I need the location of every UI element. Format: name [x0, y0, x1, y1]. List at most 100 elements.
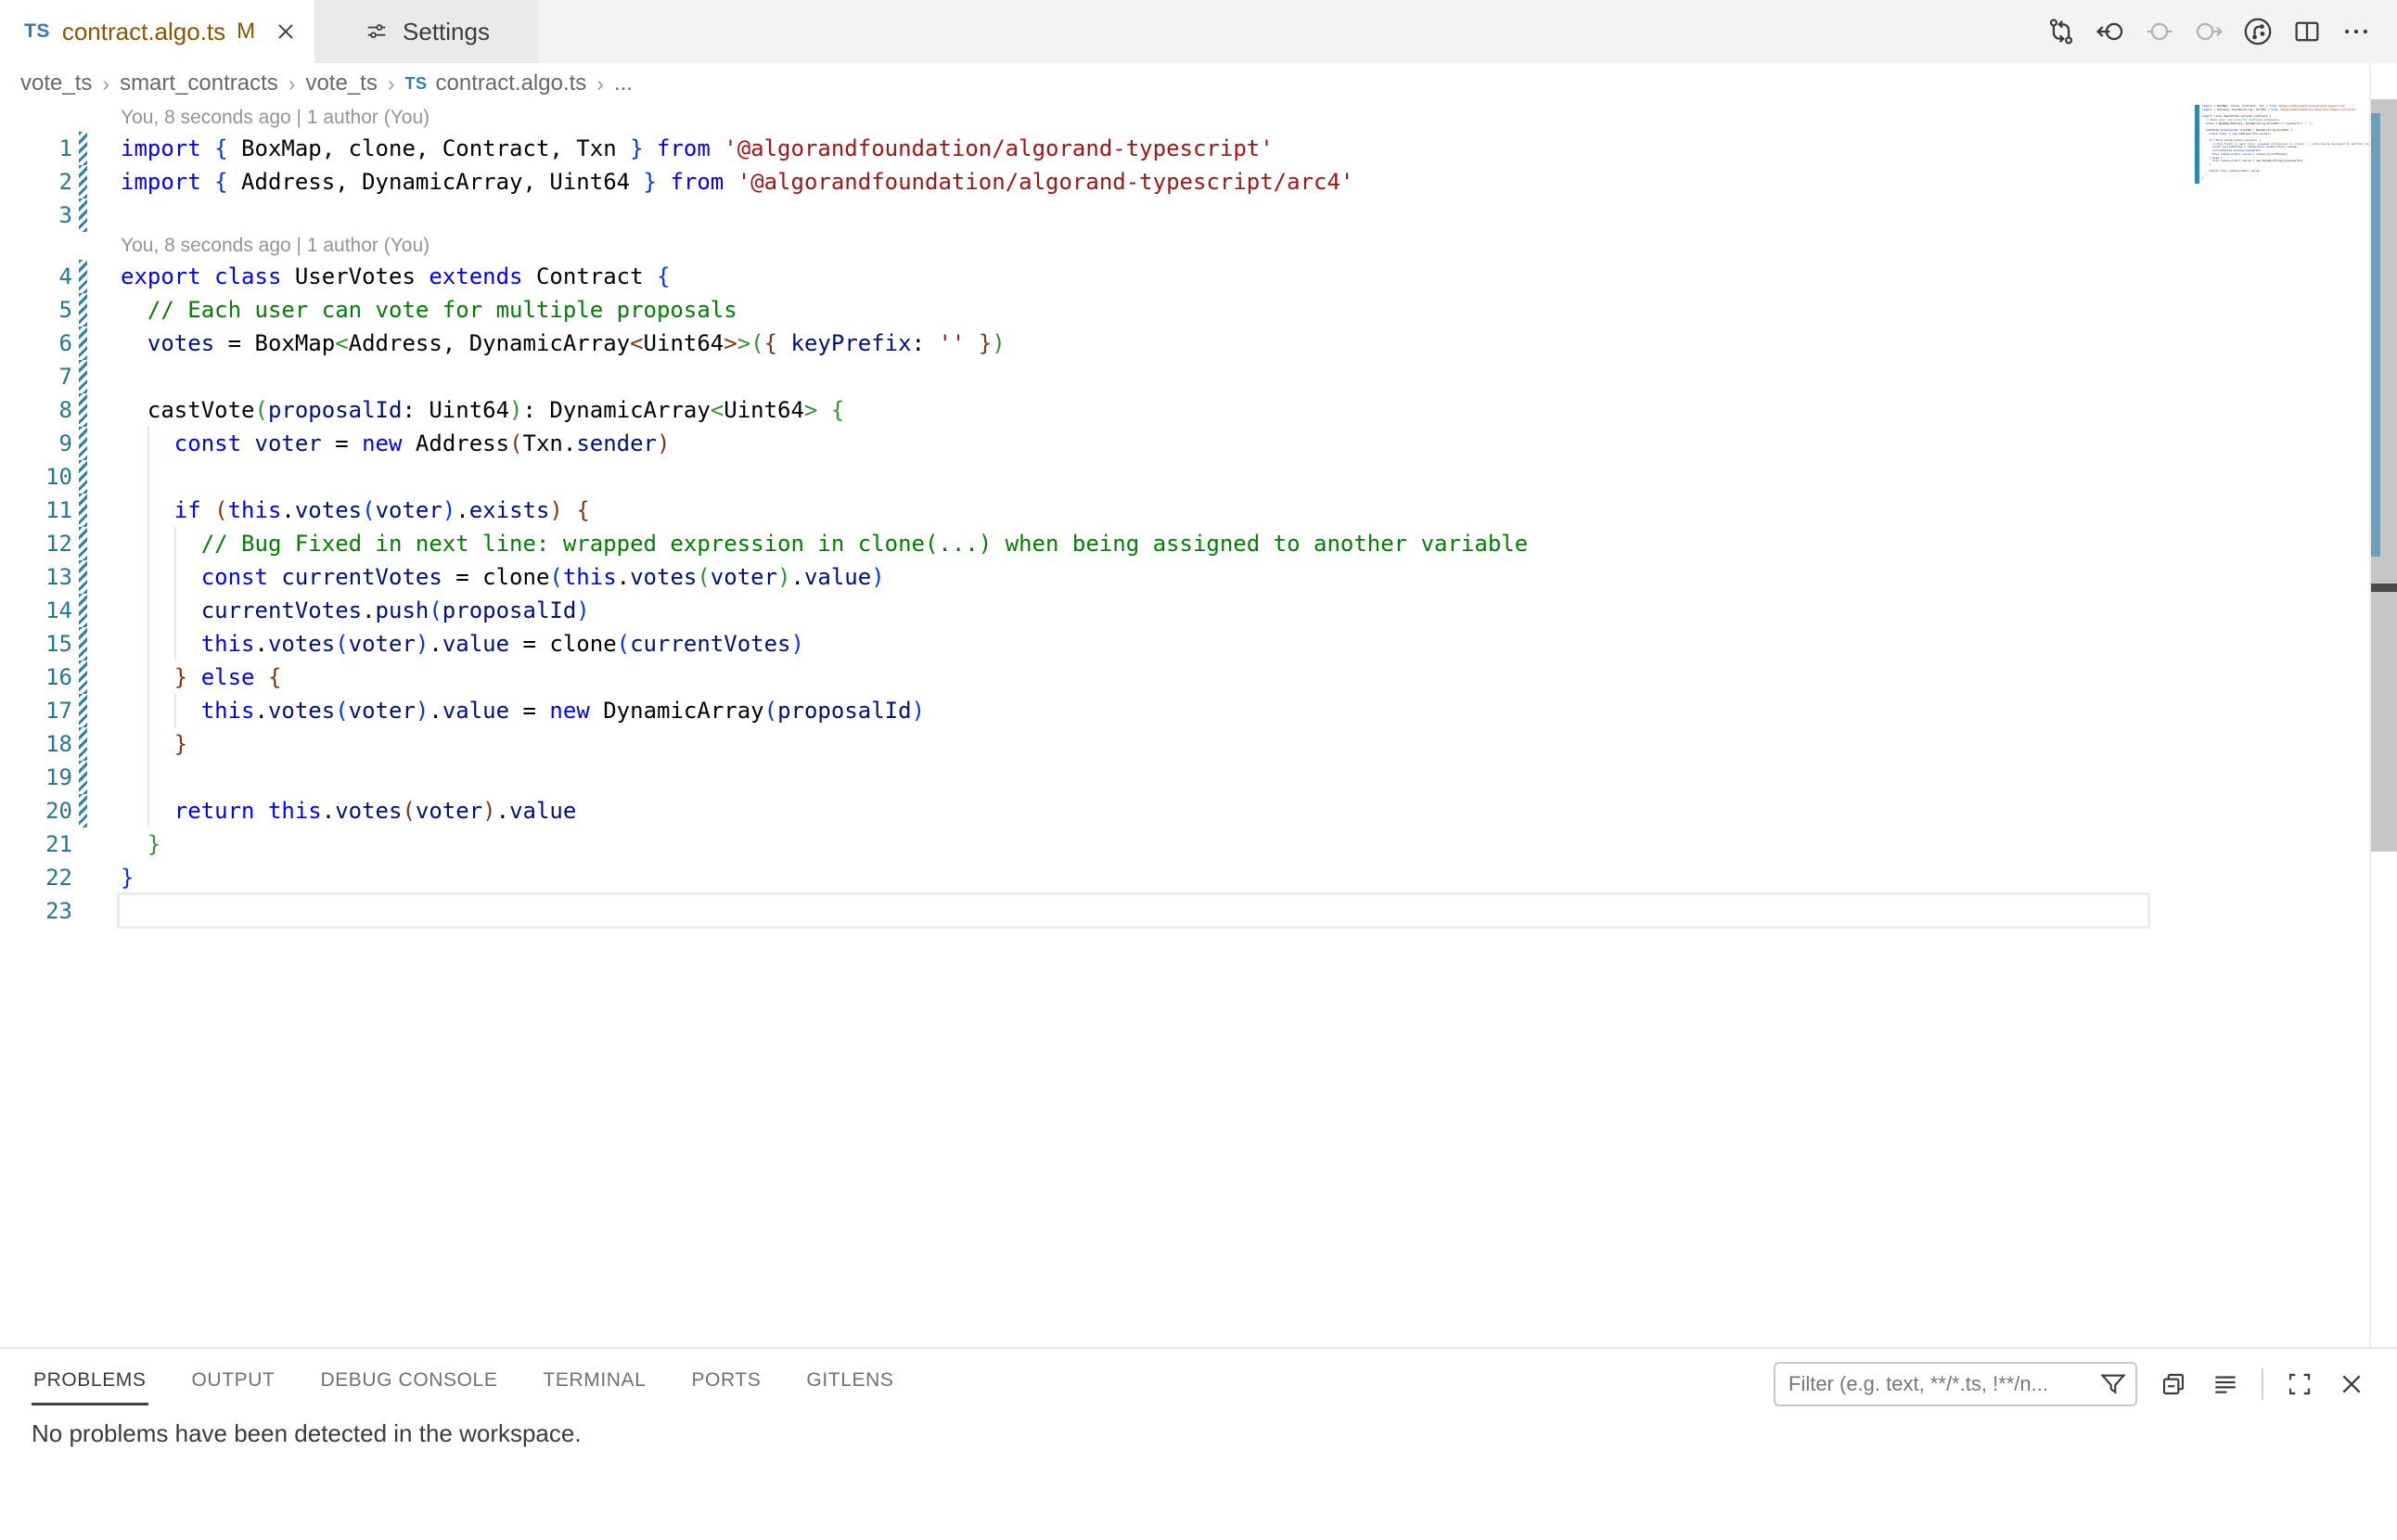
modified-gutter-indicator [79, 560, 87, 594]
split-editor-icon[interactable] [2290, 15, 2324, 48]
code-line-5[interactable]: 5 // Each user can vote for multiple pro… [0, 293, 2189, 327]
panel-tab-gitlens[interactable]: GITLENS [804, 1356, 895, 1405]
line-number: 19 [0, 761, 72, 794]
line-number: 11 [0, 494, 72, 527]
panel-tab-terminal[interactable]: TERMINAL [541, 1356, 647, 1405]
panel-tab-ports[interactable]: PORTS [689, 1356, 763, 1405]
code-text: import { BoxMap, clone, Contract, Txn } … [121, 132, 1274, 165]
line-number: 18 [0, 727, 72, 761]
code-line-10[interactable]: 10 [0, 460, 2189, 494]
line-number: 1 [0, 132, 72, 165]
breadcrumb-separator: › [388, 71, 395, 96]
close-panel-icon[interactable] [2336, 1368, 2367, 1400]
modified-gutter-indicator [79, 594, 87, 627]
gitlens-codelens[interactable]: You, 8 seconds ago | 1 author (You) [0, 232, 2189, 260]
tab-settings[interactable]: Settings [314, 0, 539, 63]
code-text: } [121, 861, 134, 894]
close-tab-icon[interactable] [272, 18, 300, 45]
breadcrumb-item-file[interactable]: contract.algo.ts [436, 71, 587, 96]
previous-change-icon[interactable] [2143, 15, 2176, 48]
breadcrumb-separator: › [102, 71, 109, 96]
code-text: // Bug Fixed in next line: wrapped expre… [121, 527, 1528, 560]
panel-tab-problems[interactable]: PROBLEMS [32, 1356, 148, 1405]
code-line-21[interactable]: 21 } [0, 828, 2189, 861]
breadcrumb-item-smart_contracts[interactable]: smart_contracts [120, 71, 278, 96]
code-line-12[interactable]: 12 // Bug Fixed in next line: wrapped ex… [0, 527, 2189, 560]
code-line-13[interactable]: 13 const currentVotes = clone(this.votes… [0, 560, 2189, 594]
code-line-7[interactable]: 7 [0, 360, 2189, 393]
code-text: } else { [121, 661, 281, 694]
code-line-6[interactable]: 6 votes = BoxMap<Address, DynamicArray<U… [0, 327, 2189, 360]
next-change-icon[interactable] [2192, 15, 2225, 48]
code-line-19[interactable]: 19 [0, 761, 2189, 794]
modified-gutter-indicator [79, 165, 87, 199]
modified-gutter-indicator [79, 460, 87, 494]
breadcrumb-item-symbol[interactable]: ... [614, 71, 633, 96]
list-view-icon[interactable] [2210, 1368, 2241, 1400]
code-text: // Each user can vote for multiple propo… [121, 293, 737, 327]
maximize-panel-icon[interactable] [2284, 1368, 2315, 1400]
line-number: 6 [0, 327, 72, 360]
minimap-line: import { Address, DynamicArray, Uint64 }… [2202, 109, 2369, 112]
line-number: 7 [0, 360, 72, 393]
code-text: this.votes(voter).value = clone(currentV… [121, 627, 804, 661]
code-line-3[interactable]: 3 [0, 199, 2189, 232]
editor-actions-toolbar [2045, 0, 2373, 63]
breadcrumb-item-vote_ts-2[interactable]: vote_ts [305, 71, 377, 96]
modified-gutter-indicator [79, 727, 87, 761]
indent-guide [147, 761, 149, 794]
collapse-all-icon[interactable] [2158, 1368, 2189, 1400]
breadcrumb-separator: › [288, 71, 296, 96]
breadcrumb: vote_ts › smart_contracts › vote_ts › TS… [0, 63, 2397, 104]
minimap-line [2202, 180, 2369, 184]
code-text: } [121, 727, 187, 761]
line-number: 17 [0, 694, 72, 727]
modified-gutter-indicator [79, 661, 87, 694]
code-line-9[interactable]: 9 const voter = new Address(Txn.sender) [0, 427, 2189, 460]
panel-tab-output[interactable]: OUTPUT [190, 1356, 277, 1405]
code-editor[interactable]: You, 8 seconds ago | 1 author (You)1impo… [0, 104, 2397, 1347]
code-text: export class UserVotes extends Contract … [121, 260, 670, 293]
modified-gutter-indicator [79, 427, 87, 460]
problems-filter [1774, 1362, 2137, 1406]
code-text: currentVotes.push(proposalId) [121, 594, 590, 627]
code-line-17[interactable]: 17 this.votes(voter).value = new Dynamic… [0, 694, 2189, 727]
code-line-14[interactable]: 14 currentVotes.push(proposalId) [0, 594, 2189, 627]
code-line-1[interactable]: 1 import { BoxMap, clone, Contract, Txn }… [0, 132, 2189, 165]
code-line-23[interactable]: 23 [0, 894, 2189, 928]
problems-empty-message: No problems have been detected in the wo… [32, 1419, 582, 1448]
tab-contract-algo-ts[interactable]: TS contract.algo.ts M [0, 0, 314, 63]
code-line-16[interactable]: 16 } else { [0, 661, 2189, 694]
gitlens-codelens[interactable]: You, 8 seconds ago | 1 author (You) [0, 104, 2189, 132]
modified-gutter-indicator [79, 393, 87, 427]
overview-ruler-cursor-decoration [2371, 584, 2397, 592]
code-line-20[interactable]: 20 return this.votes(voter).value [0, 794, 2189, 828]
toolbar-separator [2262, 1368, 2263, 1400]
bottom-panel: PROBLEMS OUTPUT DEBUG CONSOLE TERMINAL PORTS… [0, 1347, 2397, 1540]
panel-tab-bar: PROBLEMS OUTPUT DEBUG CONSOLE TERMINAL PORTS… [32, 1356, 895, 1405]
line-number: 4 [0, 260, 72, 293]
navigate-back-icon[interactable] [2094, 15, 2127, 48]
line-number: 10 [0, 460, 72, 494]
code-text: const currentVotes = clone(this.votes(vo… [121, 560, 885, 594]
line-number: 23 [0, 894, 72, 928]
code-line-8[interactable]: 8 castVote(proposalId: Uint64): DynamicA… [0, 393, 2189, 427]
code-text: if (this.votes(voter).exists) { [121, 494, 590, 527]
line-number: 20 [0, 794, 72, 828]
code-line-18[interactable]: 18 } [0, 727, 2189, 761]
code-line-11[interactable]: 11 if (this.votes(voter).exists) { [0, 494, 2189, 527]
code-line-2[interactable]: 2import { Address, DynamicArray, Uint64 … [0, 165, 2189, 199]
line-number: 21 [0, 828, 72, 861]
code-line-15[interactable]: 15 this.votes(voter).value = clone(curre… [0, 627, 2189, 661]
code-line-4[interactable]: 4 export class UserVotes extends Contract… [0, 260, 2189, 293]
compare-changes-icon[interactable] [2045, 15, 2078, 48]
breadcrumb-item-vote_ts[interactable]: vote_ts [20, 71, 92, 96]
more-actions-icon[interactable] [2339, 15, 2373, 48]
panel-tab-debug-console[interactable]: DEBUG CONSOLE [318, 1356, 499, 1405]
filter-input[interactable] [1774, 1362, 2137, 1406]
code-text: castVote(proposalId: Uint64): DynamicArr… [121, 393, 844, 427]
commit-graph-icon[interactable] [2241, 15, 2275, 48]
line-number: 14 [0, 594, 72, 627]
code-line-22[interactable]: 22} [0, 861, 2189, 894]
minimap[interactable]: import { BoxMap, clone, Contract, Txn } … [2193, 105, 2369, 186]
